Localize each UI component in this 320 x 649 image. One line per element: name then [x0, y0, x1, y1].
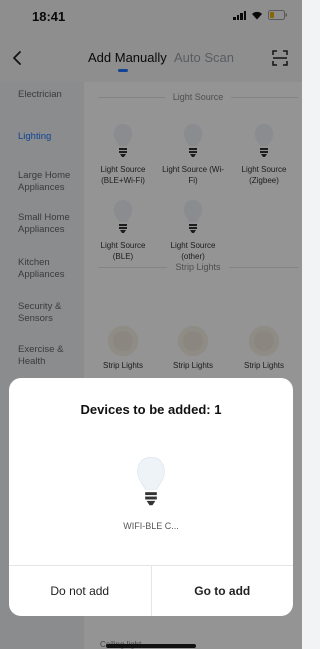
dialog-title: Devices to be added: 1 [80, 402, 222, 417]
dialog-actions: Do not add Go to add [9, 565, 293, 616]
devices-to-add-dialog: Devices to be added: 1 WIFI-BLE C... Do … [9, 378, 293, 616]
do-not-add-button[interactable]: Do not add [9, 566, 152, 616]
home-indicator [106, 644, 196, 648]
bulb-icon [137, 456, 165, 506]
dialog-device-name: WIFI-BLE C... [123, 521, 179, 531]
go-to-add-button[interactable]: Go to add [152, 566, 294, 616]
